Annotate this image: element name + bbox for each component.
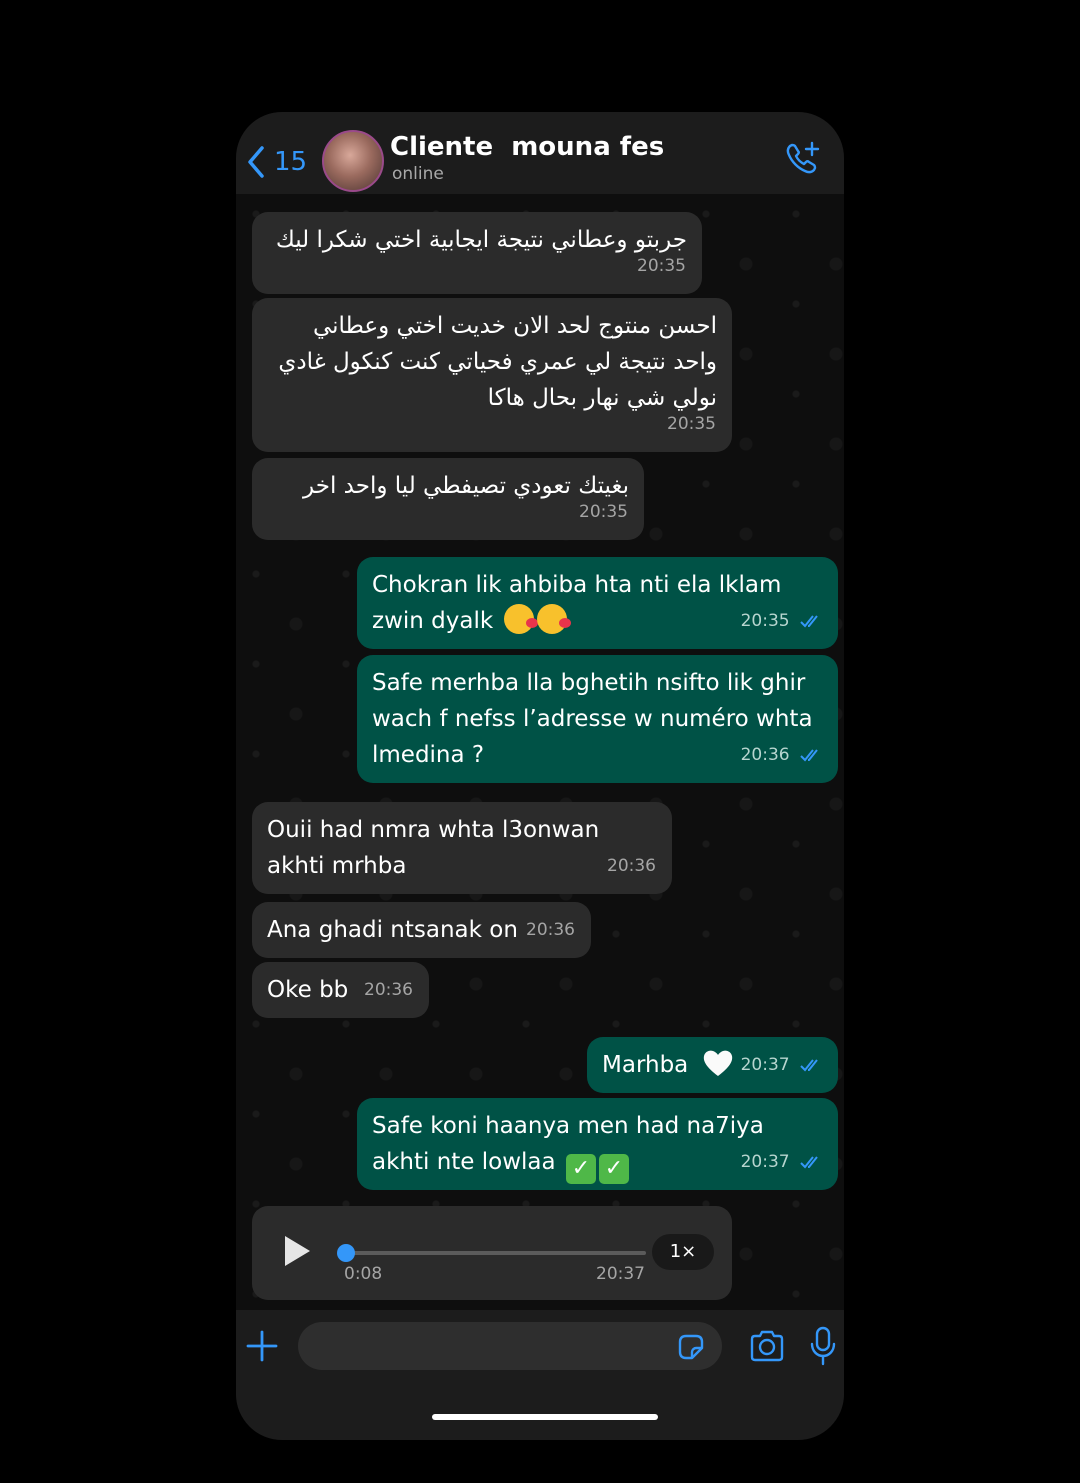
message-text: Marhba — [602, 1052, 689, 1078]
message-time: 20:37 — [740, 1055, 790, 1075]
contact-status: online — [392, 164, 444, 184]
add-call-icon[interactable] — [782, 140, 822, 180]
voice-scrubber-handle[interactable] — [337, 1244, 356, 1262]
message-time: 20:35 — [579, 502, 628, 522]
voice-duration: 0:08 — [344, 1264, 383, 1284]
message-time: 20:36 — [364, 980, 413, 1000]
message-incoming[interactable]: جربتو وعطاني نتيجة ايجابية اختي شكرا ليك… — [252, 212, 702, 294]
message-list[interactable]: جربتو وعطاني نتيجة ايجابية اختي شكرا ليك… — [236, 194, 844, 1310]
read-ticks-icon — [800, 615, 818, 628]
message-time: 20:37 — [596, 1264, 645, 1284]
camera-icon[interactable] — [748, 1330, 786, 1362]
read-ticks-icon — [800, 1156, 818, 1169]
chevron-left-icon — [248, 146, 264, 178]
home-indicator — [432, 1414, 658, 1420]
microphone-icon[interactable] — [810, 1326, 836, 1366]
message-time: 20:36 — [607, 856, 656, 876]
message-incoming[interactable]: بغيتك تعودي تصيفطي ليا واحد اخر 20:35 — [252, 458, 644, 540]
message-incoming[interactable]: Ana ghadi ntsanak on 20:36 — [252, 902, 591, 958]
message-time: 20:36 — [526, 920, 575, 940]
message-outgoing[interactable]: Chokran lik ahbiba hta nti ela lklam zwi… — [357, 557, 838, 649]
check-mark-emoji-icon: ✓ — [598, 1154, 629, 1184]
message-meta: 20:36 — [741, 737, 824, 773]
chat-header: 15 Cliente mouna fes online — [236, 112, 844, 194]
unread-count: 15 — [274, 147, 308, 177]
message-text: Ouii had nmra whta l3onwan akhti mrhba — [267, 817, 600, 879]
message-text: Oke bb — [267, 977, 349, 1003]
message-time: 20:36 — [740, 745, 790, 765]
kissing-face-emoji-icon — [536, 604, 571, 634]
message-input[interactable] — [298, 1322, 722, 1370]
plus-icon[interactable] — [246, 1330, 278, 1362]
read-ticks-icon — [800, 749, 818, 762]
kissing-face-emoji-icon — [503, 604, 538, 634]
message-text: Ana ghadi ntsanak on — [267, 917, 518, 943]
message-incoming[interactable]: احسن منتوج لحد الان خديت اختي وعطاني واح… — [252, 298, 732, 452]
message-meta: 20:37 — [741, 1047, 824, 1083]
message-outgoing[interactable]: Safe merhba lla bghetih nsifto lik ghir … — [357, 655, 838, 783]
play-icon[interactable] — [282, 1234, 312, 1268]
sticker-icon[interactable] — [676, 1332, 706, 1362]
message-time: 20:35 — [740, 611, 790, 631]
message-incoming[interactable]: Oke bb 20:36 — [252, 962, 429, 1018]
message-text: Chokran lik ahbiba hta nti ela lklam zwi… — [372, 572, 782, 634]
message-text: جربتو وعطاني نتيجة ايجابية اختي شكرا ليك — [275, 227, 687, 253]
message-time: 20:35 — [637, 256, 686, 276]
read-ticks-icon — [800, 1059, 818, 1072]
back-button[interactable]: 15 — [246, 142, 316, 182]
message-time: 20:37 — [740, 1152, 790, 1172]
contact-name[interactable]: Cliente mouna fes — [390, 132, 664, 162]
message-meta: 20:37 — [741, 1144, 824, 1180]
voice-message[interactable]: 0:08 20:37 1× — [252, 1206, 732, 1300]
message-time: 20:35 — [667, 414, 716, 434]
voice-progress-track[interactable] — [337, 1244, 646, 1262]
message-incoming[interactable]: Ouii had nmra whta l3onwan akhti mrhba 2… — [252, 802, 672, 894]
check-mark-emoji-icon: ✓ — [565, 1154, 596, 1184]
white-heart-emoji-icon — [703, 1050, 732, 1076]
phone-screen: 15 Cliente mouna fes online جربتو وعطاني… — [236, 112, 844, 1440]
composer-bar — [236, 1310, 844, 1440]
message-outgoing[interactable]: Marhba 🤍 20:37 — [587, 1037, 838, 1093]
message-meta: 20:35 — [741, 603, 824, 639]
message-text: احسن منتوج لحد الان خديت اختي وعطاني واح… — [278, 313, 717, 411]
playback-speed-button[interactable]: 1× — [652, 1234, 714, 1270]
contact-avatar[interactable] — [322, 130, 384, 192]
message-outgoing[interactable]: Safe koni haanya men had na7iya akhti nt… — [357, 1098, 838, 1190]
